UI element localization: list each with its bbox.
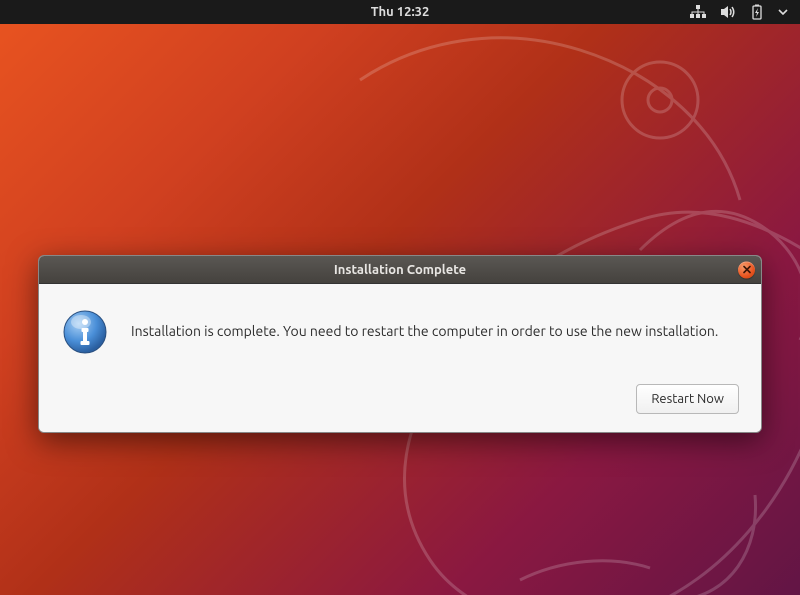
dialog-title: Installation Complete [334,263,466,277]
top-menu-bar: Thu 12:32 [0,0,800,24]
network-icon[interactable] [690,5,706,19]
info-icon [61,308,109,356]
volume-icon[interactable] [720,5,736,19]
clock[interactable]: Thu 12:32 [371,5,430,19]
close-icon [743,266,751,274]
dialog-titlebar[interactable]: Installation Complete [39,256,761,284]
dialog-body: Installation is complete. You need to re… [39,284,761,432]
dialog-message: Installation is complete. You need to re… [131,322,718,342]
desktop-background: Thu 12:32 [0,0,800,595]
installation-complete-dialog: Installation Complete [38,255,762,433]
close-button[interactable] [738,261,755,278]
restart-now-button[interactable]: Restart Now [636,384,739,414]
battery-icon[interactable] [750,4,764,20]
dropdown-arrow-icon[interactable] [778,9,788,15]
